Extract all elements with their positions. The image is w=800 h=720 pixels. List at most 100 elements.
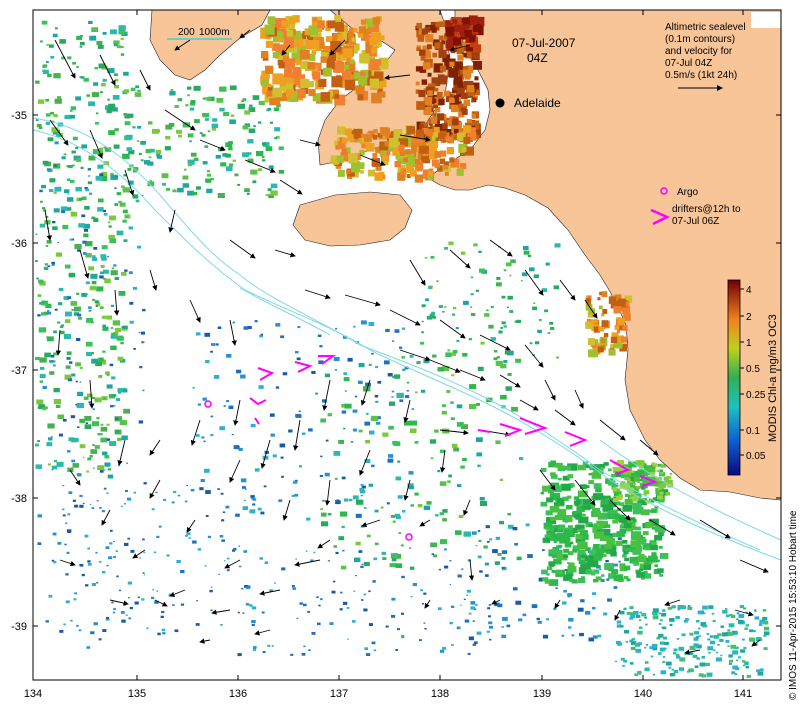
chl-pixel: [657, 652, 662, 655]
chl-pixel: [759, 668, 764, 672]
chl-pixel: [736, 618, 739, 620]
chl-pixel: [83, 228, 89, 232]
inshore-pixel: [467, 85, 475, 93]
chl-pixel: [470, 306, 473, 308]
inshore-pixel: [464, 30, 473, 38]
chl-pixel: [79, 504, 84, 508]
chl-pixel: [630, 540, 641, 548]
chl-pixel: [96, 40, 103, 46]
chl-pixel: [735, 646, 739, 650]
chl-pixel: [79, 45, 83, 48]
chl-pixel: [38, 327, 47, 333]
chl-pixel: [720, 654, 723, 657]
chl-pixel: [128, 617, 132, 620]
chl-pixel: [619, 517, 628, 523]
chl-pixel: [736, 612, 740, 615]
chl-pixel: [108, 130, 116, 136]
inshore-pixel: [428, 170, 434, 176]
chl-pixel: [265, 194, 269, 196]
chl-pixel: [535, 341, 540, 345]
chl-pixel: [151, 508, 155, 511]
chl-pixel: [76, 35, 82, 40]
chl-pixel: [245, 603, 250, 606]
colorbar-title: MODIS Chl-a mg/m3 OC3: [767, 314, 779, 442]
chl-pixel: [476, 452, 483, 457]
chl-pixel: [93, 247, 98, 250]
chl-pixel: [494, 350, 498, 353]
chl-pixel: [463, 598, 466, 600]
chl-pixel: [437, 470, 441, 473]
chl-pixel: [466, 589, 471, 593]
chl-pixel: [69, 361, 73, 364]
chl-pixel: [70, 106, 76, 111]
chl-pixel: [74, 504, 79, 508]
chl-pixel: [546, 497, 554, 503]
chl-pixel: [343, 427, 346, 430]
chl-pixel: [564, 465, 571, 471]
chl-pixel: [143, 551, 146, 554]
chl-pixel: [648, 555, 655, 561]
inshore-pixel: [444, 171, 449, 176]
chl-pixel: [446, 390, 451, 393]
chl-pixel: [91, 92, 99, 98]
chl-pixel: [166, 554, 170, 557]
inshore-pixel: [622, 325, 628, 331]
chl-pixel: [430, 457, 434, 460]
inshore-pixel: [296, 69, 302, 75]
chl-pixel: [95, 361, 102, 367]
chl-pixel: [237, 611, 240, 614]
chl-pixel: [511, 406, 518, 412]
chl-pixel: [556, 356, 560, 359]
chl-pixel: [632, 502, 642, 510]
chl-pixel: [78, 317, 82, 320]
chl-pixel: [64, 319, 71, 323]
chl-pixel: [121, 272, 127, 276]
inshore-pixel: [426, 44, 432, 50]
chl-pixel: [114, 277, 118, 280]
chl-pixel: [53, 73, 61, 79]
chl-pixel: [39, 223, 46, 228]
chl-pixel: [662, 626, 667, 630]
chl-pixel: [352, 428, 357, 432]
chl-pixel: [448, 474, 452, 478]
chl-pixel: [717, 633, 722, 637]
chl-pixel: [317, 334, 322, 337]
chl-pixel: [61, 210, 66, 214]
chl-pixel: [374, 395, 379, 398]
chl-pixel: [225, 153, 231, 158]
y-tick-label: -35: [11, 110, 27, 122]
chl-pixel: [527, 254, 532, 258]
chl-pixel: [402, 510, 406, 513]
chl-pixel: [764, 631, 770, 636]
x-tick-label: 137: [330, 688, 348, 700]
chl-pixel: [430, 542, 438, 548]
chl-pixel: [70, 110, 73, 112]
chl-pixel: [85, 188, 90, 192]
chl-pixel: [54, 308, 58, 311]
chl-pixel: [657, 568, 664, 573]
inshore-pixel: [344, 128, 352, 136]
chl-pixel: [156, 535, 160, 539]
chl-pixel: [371, 641, 376, 645]
chl-pixel: [490, 305, 494, 309]
chl-pixel: [658, 545, 663, 549]
chl-pixel: [113, 264, 117, 267]
chl-pixel: [368, 590, 371, 593]
chl-pixel: [660, 670, 667, 675]
inshore-pixel: [435, 137, 440, 142]
chl-pixel: [90, 273, 98, 279]
chl-pixel: [295, 558, 298, 560]
chl-pixel: [146, 627, 149, 630]
chl-pixel: [516, 556, 522, 561]
chl-pixel: [79, 444, 86, 449]
chl-pixel: [460, 604, 462, 606]
chl-pixel: [533, 274, 539, 279]
chl-pixel: [462, 352, 468, 357]
chl-pixel: [680, 605, 686, 610]
chl-pixel: [631, 638, 635, 641]
chl-pixel: [642, 531, 649, 536]
chl-pixel: [660, 641, 665, 645]
inshore-pixel: [394, 160, 401, 168]
chl-pixel: [126, 147, 133, 152]
chl-pixel: [669, 673, 675, 677]
